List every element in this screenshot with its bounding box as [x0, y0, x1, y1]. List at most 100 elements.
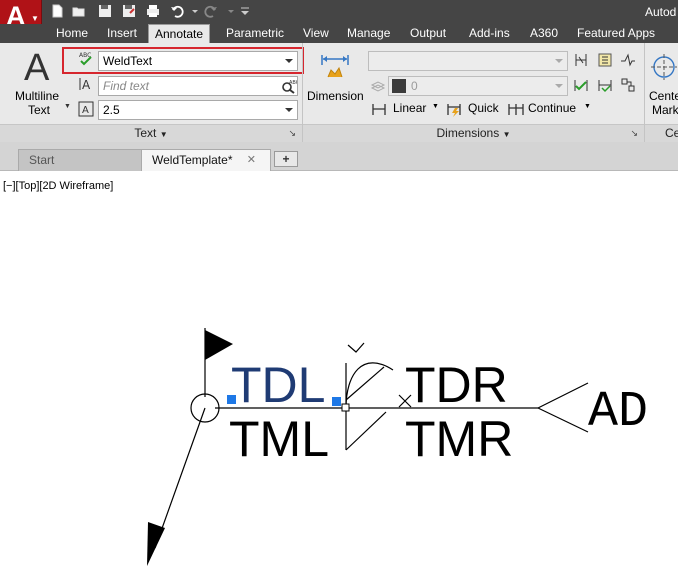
new-tab-button[interactable]: +: [274, 151, 298, 167]
dimension-button[interactable]: Dimension: [305, 45, 367, 123]
arrow-leader: [154, 407, 206, 549]
dimension-icon: [319, 51, 351, 83]
tail-text[interactable]: AD: [588, 384, 648, 441]
selection-grip[interactable]: [227, 395, 236, 404]
tab-home[interactable]: Home: [50, 24, 94, 43]
panel-launcher-icon[interactable]: ↘: [288, 125, 296, 142]
open-icon[interactable]: [72, 4, 86, 18]
close-icon[interactable]: ✕: [247, 150, 256, 170]
tab-a360[interactable]: A360: [524, 24, 564, 43]
file-tab-start[interactable]: Start: [18, 149, 146, 171]
tab-view[interactable]: View: [297, 24, 335, 43]
undo-icon[interactable]: [170, 4, 184, 18]
lower-weld-diagonal: [345, 411, 387, 451]
dimension-layer-value: 0: [411, 79, 418, 93]
window-title: Autod: [645, 5, 677, 19]
center-mark-button[interactable]: Cente Mark: [646, 45, 678, 123]
tail-lower-line: [537, 407, 589, 433]
tab-manage[interactable]: Manage: [341, 24, 396, 43]
layer-color-swatch: [392, 79, 406, 93]
find-replace-icon[interactable]: ABC: [281, 78, 297, 94]
drawing-canvas[interactable]: [−][Top][2D Wireframe] TDL TDR TML TMR A…: [0, 171, 678, 588]
weld-symbol-drawing: TDL TDR TML TMR AD: [147, 328, 648, 566]
find-text-input[interactable]: Find text: [98, 76, 298, 96]
title-bar: Autod: [0, 0, 678, 24]
text-panel-label: Text: [134, 126, 157, 140]
selection-grip[interactable]: [332, 397, 341, 406]
chevron-down-icon: ▼: [159, 130, 168, 139]
tab-output[interactable]: Output: [404, 24, 452, 43]
save-icon[interactable]: [98, 4, 112, 18]
svg-text:ABC: ABC: [289, 80, 297, 86]
linear-dimension-icon: [371, 101, 387, 117]
continue-dimension-button[interactable]: Continue ▼: [508, 100, 593, 118]
dim-jog-icon[interactable]: [620, 52, 636, 68]
chevron-down-icon: [555, 84, 563, 88]
dim-inspect-icon[interactable]: [573, 77, 589, 93]
tab-featured-apps[interactable]: Featured Apps: [571, 24, 661, 43]
linear-dimension-button[interactable]: Linear ▼: [371, 100, 441, 118]
plus-icon: +: [282, 152, 290, 166]
tab-add-ins[interactable]: Add-ins: [463, 24, 516, 43]
dim-layer-icon: [370, 78, 386, 94]
new-icon[interactable]: [50, 4, 64, 18]
center-mark-line1: Cente: [649, 89, 678, 103]
tab-parametric[interactable]: Parametric: [220, 24, 290, 43]
ribbon: A Multiline Text ▼ ABC WeldText A Find t…: [0, 43, 678, 143]
file-tab-start-label: Start: [29, 153, 55, 167]
svg-text:A: A: [82, 105, 89, 116]
text-top-left[interactable]: TDL: [231, 357, 325, 413]
save-as-icon[interactable]: [122, 4, 136, 18]
dim-space-icon[interactable]: [597, 52, 613, 68]
continue-dimension-icon: [508, 101, 524, 117]
panel-launcher-icon[interactable]: ↘: [630, 125, 638, 142]
text-height-select[interactable]: 2.5: [98, 100, 298, 120]
multiline-label: Multiline: [15, 89, 60, 103]
centerlines-panel-title[interactable]: Ce: [645, 124, 678, 142]
undo-dropdown-icon[interactable]: [188, 4, 202, 18]
upper-weld-arc: [345, 362, 394, 409]
text-style-select[interactable]: WeldText: [98, 51, 298, 71]
text-panel-title[interactable]: Text ▼ ↘: [0, 124, 302, 142]
dimension-style-select[interactable]: [368, 51, 568, 71]
linear-label: Linear: [393, 101, 427, 115]
print-icon[interactable]: [146, 4, 160, 18]
dim-break-icon[interactable]: [573, 52, 589, 68]
customize-icon[interactable]: [238, 4, 252, 18]
file-tab-weldtemplate[interactable]: WeldTemplate* ✕: [141, 149, 271, 171]
chevron-down-icon: [285, 59, 293, 63]
object-snap-marker: [341, 403, 350, 412]
text-height-a-icon: A: [78, 76, 94, 92]
multiline-text-button[interactable]: A Multiline Text ▼: [8, 45, 71, 123]
quick-dimension-button[interactable]: Quick: [446, 100, 502, 118]
text-style-check-icon: ABC: [78, 51, 94, 67]
text-style-value: WeldText: [103, 54, 153, 68]
text-top-right[interactable]: TDR: [405, 357, 508, 413]
chevron-down-icon: [555, 59, 563, 63]
dimensions-panel-title[interactable]: Dimensions ▼ ↘: [303, 124, 644, 142]
dim-associate-icon[interactable]: [620, 77, 636, 93]
arrowhead-icon: [147, 522, 165, 566]
center-mark-line2: Mark: [652, 103, 678, 117]
tab-insert[interactable]: Insert: [101, 24, 143, 43]
center-mark-icon: [650, 53, 678, 81]
find-text-placeholder: Find text: [103, 79, 150, 93]
tab-annotate[interactable]: Annotate: [148, 24, 211, 44]
dimension-layer-select[interactable]: 0: [388, 76, 568, 96]
text-bottom-left[interactable]: TML: [229, 411, 329, 467]
quick-dimension-icon: [446, 101, 462, 117]
upper-weld-mark: [347, 342, 365, 353]
chevron-down-icon: ▼: [64, 103, 71, 110]
dimensions-panel-label: Dimensions: [436, 126, 500, 140]
svg-text:A: A: [82, 78, 91, 92]
text-height-icon: A: [78, 101, 94, 117]
chevron-down-icon: ▼: [584, 103, 591, 110]
text-label: Text: [28, 103, 51, 117]
ribbon-tab-bar: Home Insert Annotate Parametric View Man…: [0, 24, 678, 44]
text-bottom-right[interactable]: TMR: [405, 411, 513, 467]
redo-dropdown-icon[interactable]: [224, 4, 238, 18]
text-a-icon: A: [24, 47, 50, 89]
dim-update-icon[interactable]: [597, 77, 613, 93]
field-weld-flag-icon: [205, 330, 233, 360]
redo-icon[interactable]: [204, 4, 218, 18]
